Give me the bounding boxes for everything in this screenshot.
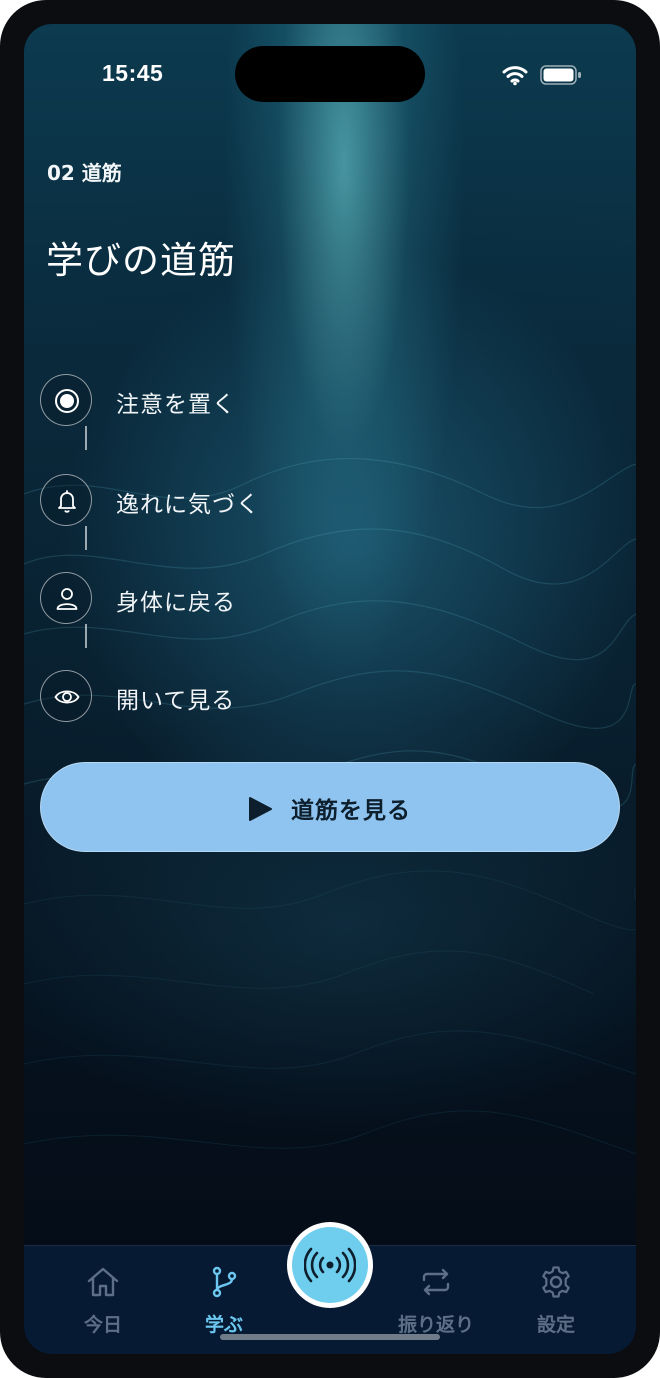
tab-settings[interactable]: 設定 xyxy=(506,1246,606,1346)
view-path-label: 道筋を見る xyxy=(291,798,411,824)
view-path-button[interactable]: 道筋を見る xyxy=(40,762,620,852)
tab-review[interactable]: 振り返り xyxy=(386,1246,486,1346)
page-title: 学びの道筋 xyxy=(46,239,236,282)
tab-label: 設定 xyxy=(536,1314,575,1336)
step-label: 身体に戻る xyxy=(116,590,236,616)
step-item[interactable]: 逸れに気づく xyxy=(40,474,600,528)
target-icon xyxy=(55,389,79,413)
screen: 15:45 02 道筋 学びの道筋 注意を置く 逸れに気づく 身体に戻る 開いて… xyxy=(24,24,636,1354)
gear-icon xyxy=(542,1266,570,1298)
step-item[interactable]: 注意を置く xyxy=(40,374,600,428)
wifi-icon xyxy=(502,66,528,86)
broadcast-icon xyxy=(304,1247,356,1283)
center-button-inner xyxy=(292,1227,368,1303)
home-indicator xyxy=(220,1334,440,1340)
dynamic-island xyxy=(235,46,425,102)
phone-frame: 15:45 02 道筋 学びの道筋 注意を置く 逸れに気づく 身体に戻る 開いて… xyxy=(0,0,660,1378)
step-circle xyxy=(40,670,92,722)
tab-label: 学ぶ xyxy=(204,1314,243,1336)
play-icon xyxy=(249,797,272,821)
battery-icon xyxy=(540,65,581,85)
step-label: 逸れに気づく xyxy=(116,492,260,518)
step-item[interactable]: 身体に戻る xyxy=(40,572,600,626)
step-circle xyxy=(40,374,92,426)
home-icon xyxy=(87,1267,119,1297)
person-icon xyxy=(56,588,78,610)
section-label: 02 道筋 xyxy=(47,161,122,185)
tab-label: 今日 xyxy=(83,1314,122,1336)
step-connector xyxy=(85,426,87,450)
step-label: 注意を置く xyxy=(116,392,236,418)
branch-icon xyxy=(212,1266,237,1298)
step-connector xyxy=(85,526,87,550)
step-circle xyxy=(40,572,92,624)
status-icons xyxy=(502,62,582,86)
center-broadcast-button[interactable] xyxy=(287,1222,373,1308)
step-circle xyxy=(40,474,92,526)
tab-label: 振り返り xyxy=(397,1314,474,1336)
eye-icon xyxy=(54,690,80,704)
step-label: 開いて見る xyxy=(116,688,236,714)
bell-icon xyxy=(58,490,76,513)
steps-list: 注意を置く 逸れに気づく 身体に戻る 開いて見る xyxy=(40,374,600,754)
tab-learn[interactable]: 学ぶ xyxy=(174,1246,274,1346)
step-connector xyxy=(85,624,87,648)
step-item[interactable]: 開いて見る xyxy=(40,670,600,724)
repeat-icon xyxy=(422,1268,450,1296)
status-time: 15:45 xyxy=(102,60,164,86)
tab-today[interactable]: 今日 xyxy=(53,1246,153,1346)
